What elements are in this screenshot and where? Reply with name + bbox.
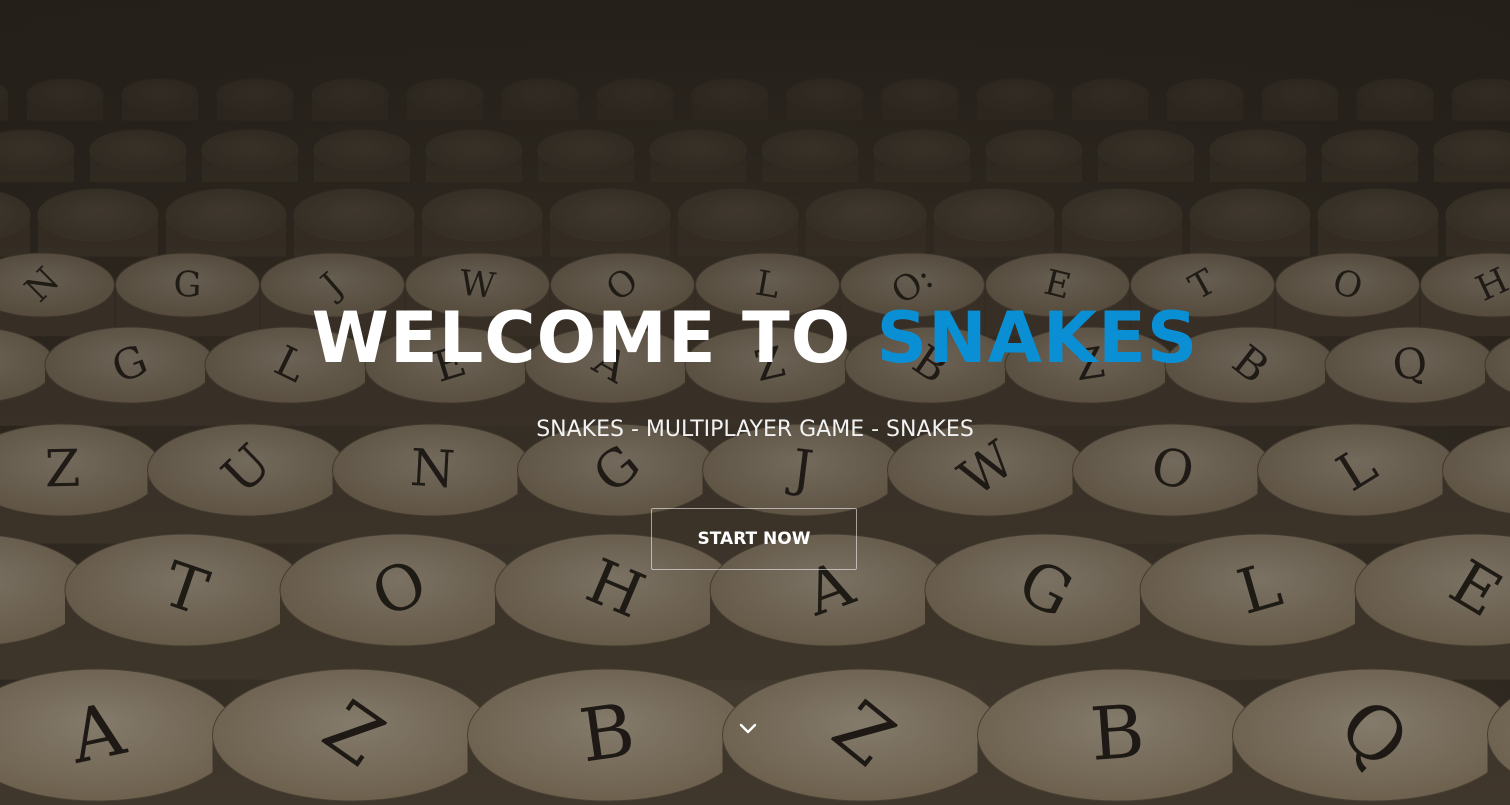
start-now-button[interactable]: START NOW [651, 508, 857, 570]
chevron-down-icon [739, 723, 757, 734]
hero-section: NGJWOLO:ETOHAGLEAZBZBQXZUNGJWOLO:ETOHAGL… [0, 0, 1510, 805]
title-accent: SNAKES [876, 297, 1199, 379]
scroll-down-button[interactable] [735, 716, 761, 742]
page-subtitle: SNAKES - MULTIPLAYER GAME - SNAKES [536, 417, 974, 442]
page-title: WELCOME TO SNAKES [0, 296, 1510, 380]
hero-content: WELCOME TO SNAKES SNAKES - MULTIPLAYER G… [0, 0, 1510, 805]
title-text: WELCOME TO [311, 297, 877, 379]
